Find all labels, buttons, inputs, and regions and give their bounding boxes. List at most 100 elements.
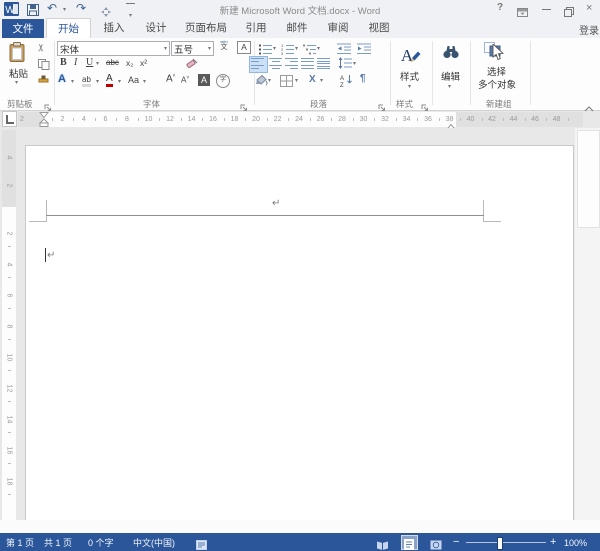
tab-file[interactable]: 文件 bbox=[2, 19, 44, 38]
close-icon[interactable]: × bbox=[586, 3, 592, 14]
clear-formatting-icon[interactable] bbox=[185, 56, 199, 75]
shrink-font-icon[interactable]: A˅ bbox=[181, 75, 189, 85]
ruler-number: 4 bbox=[5, 155, 13, 160]
ruler-number: 18 bbox=[230, 116, 239, 123]
sort-icon[interactable]: AZ bbox=[340, 74, 353, 92]
status-language[interactable]: 中文(中国) bbox=[133, 537, 175, 549]
borders-icon[interactable] bbox=[280, 74, 293, 92]
find-binoculars-icon[interactable] bbox=[442, 44, 460, 64]
status-page[interactable]: 第 1 页 bbox=[6, 537, 34, 549]
font-color-dropdown-icon[interactable]: ▾ bbox=[118, 79, 121, 85]
superscript-button[interactable]: x² bbox=[140, 58, 147, 68]
tab-mailings[interactable]: 邮件 bbox=[279, 18, 315, 38]
strikethrough-button[interactable]: abc bbox=[106, 58, 119, 67]
line-spacing-dropdown-icon[interactable]: ▾ bbox=[353, 61, 356, 67]
line-spacing-icon[interactable] bbox=[338, 57, 352, 75]
read-mode-icon[interactable] bbox=[376, 537, 389, 551]
zoom-in-button[interactable]: + bbox=[550, 536, 556, 548]
document-page[interactable]: ↵ ↵ bbox=[25, 145, 574, 521]
highlight-dropdown-icon[interactable]: ▾ bbox=[96, 79, 99, 85]
align-right-icon[interactable] bbox=[285, 58, 298, 69]
underline-dropdown-icon[interactable]: ▾ bbox=[96, 61, 99, 67]
editing-button[interactable]: 编辑 bbox=[441, 69, 460, 83]
font-size-combo[interactable]: 五号 ▾ bbox=[171, 41, 214, 56]
styles-dropdown-icon[interactable]: ▾ bbox=[408, 84, 411, 90]
vertical-ruler[interactable]: 4 2 2 4 6 8 10 12 14 16 18 bbox=[2, 130, 16, 520]
minimize-icon[interactable] bbox=[542, 9, 551, 10]
tab-insert[interactable]: 插入 bbox=[95, 18, 133, 38]
change-case-icon[interactable]: Aa bbox=[128, 75, 139, 85]
status-word-count[interactable]: 0 个字 bbox=[88, 537, 114, 549]
highlight-color-icon[interactable]: ab bbox=[82, 75, 91, 87]
paste-button[interactable]: 粘贴 bbox=[9, 66, 28, 80]
align-left-icon[interactable] bbox=[251, 58, 264, 69]
justify-icon[interactable] bbox=[301, 58, 314, 69]
font-color-icon[interactable]: A bbox=[106, 73, 113, 87]
web-layout-icon[interactable] bbox=[430, 537, 442, 551]
subscript-button[interactable]: x₂ bbox=[126, 58, 134, 68]
zoom-slider-thumb[interactable] bbox=[497, 537, 503, 550]
bullets-dropdown-icon[interactable]: ▾ bbox=[273, 46, 276, 52]
zoom-slider-track[interactable] bbox=[466, 542, 546, 543]
italic-button[interactable]: I bbox=[74, 57, 77, 69]
character-border-icon[interactable]: A bbox=[237, 41, 251, 54]
horizontal-line[interactable] bbox=[46, 215, 484, 216]
paste-clipboard-icon[interactable] bbox=[9, 42, 26, 68]
asian-layout-icon[interactable]: X bbox=[309, 74, 316, 85]
proofing-icon[interactable] bbox=[196, 537, 207, 551]
word-window: 新建 Microsoft Word 文档.docx - Word W ↶ ▾ ↷… bbox=[0, 0, 600, 551]
bold-button[interactable]: B bbox=[60, 57, 67, 69]
ribbon-tabs: 文件 开始 插入 设计 页面布局 引用 邮件 审阅 视图 登录 bbox=[0, 18, 600, 39]
paste-dropdown-icon[interactable]: ▾ bbox=[15, 80, 18, 86]
editing-dropdown-icon[interactable]: ▾ bbox=[448, 84, 451, 90]
select-objects-label-1[interactable]: 选择 bbox=[487, 64, 506, 78]
grow-font-icon[interactable]: A˄ bbox=[166, 73, 176, 84]
text-effects-dropdown-icon[interactable]: ▾ bbox=[71, 79, 74, 85]
tab-references[interactable]: 引用 bbox=[238, 18, 274, 38]
collapse-ribbon-icon[interactable] bbox=[584, 99, 594, 117]
borders-dropdown-icon[interactable]: ▾ bbox=[295, 78, 298, 84]
character-shading-icon[interactable]: A bbox=[198, 74, 210, 86]
tab-selector-button[interactable] bbox=[2, 111, 17, 127]
distribute-icon[interactable] bbox=[317, 58, 330, 69]
format-painter-icon[interactable] bbox=[38, 70, 50, 88]
increase-indent-icon[interactable] bbox=[357, 42, 371, 60]
text-effects-icon[interactable]: A bbox=[58, 73, 66, 85]
chevron-down-icon: ▾ bbox=[207, 45, 211, 52]
zoom-level[interactable]: 100% bbox=[564, 537, 587, 549]
signin-link[interactable]: 登录 bbox=[579, 22, 599, 37]
redo-icon[interactable]: ↷ bbox=[76, 1, 86, 15]
shading-icon[interactable] bbox=[254, 74, 268, 92]
quick-styles-icon[interactable]: A bbox=[398, 43, 422, 72]
select-objects-label-2[interactable]: 多个对象 bbox=[478, 77, 516, 91]
enclose-characters-icon[interactable]: 字 bbox=[216, 74, 230, 88]
show-marks-icon[interactable]: ¶ bbox=[360, 73, 366, 84]
asian-layout-dropdown-icon[interactable]: ▾ bbox=[320, 78, 323, 84]
vertical-scrollbar[interactable] bbox=[575, 128, 600, 520]
undo-icon[interactable]: ↶ bbox=[47, 1, 57, 15]
phonetic-guide-icon[interactable]: wén 文 bbox=[217, 40, 231, 52]
multilevel-dropdown-icon[interactable]: ▾ bbox=[317, 46, 320, 52]
print-layout-icon[interactable] bbox=[404, 537, 414, 551]
cut-icon[interactable]: ✂ bbox=[37, 43, 48, 51]
tab-home[interactable]: 开始 bbox=[46, 18, 91, 39]
shading-dropdown-icon[interactable]: ▾ bbox=[268, 78, 271, 84]
numbering-dropdown-icon[interactable]: ▾ bbox=[295, 46, 298, 52]
tab-review[interactable]: 审阅 bbox=[320, 18, 356, 38]
tab-design[interactable]: 设计 bbox=[138, 18, 174, 38]
tab-page-layout[interactable]: 页面布局 bbox=[179, 18, 233, 38]
align-center-icon[interactable] bbox=[269, 58, 282, 69]
font-name-combo[interactable]: 宋体 ▾ bbox=[57, 41, 170, 56]
status-total-pages[interactable]: 共 1 页 bbox=[44, 537, 72, 549]
scrollbar-thumb[interactable] bbox=[577, 130, 600, 228]
zoom-out-button[interactable]: − bbox=[453, 536, 459, 548]
horizontal-scrollbar[interactable] bbox=[0, 520, 600, 533]
help-icon[interactable]: ? bbox=[497, 3, 503, 13]
change-case-dropdown-icon[interactable]: ▾ bbox=[143, 79, 146, 85]
undo-dropdown-icon[interactable]: ▾ bbox=[63, 7, 66, 13]
tab-view[interactable]: 视图 bbox=[361, 18, 397, 38]
underline-button[interactable]: U bbox=[86, 57, 93, 69]
styles-button[interactable]: 样式 bbox=[400, 69, 419, 83]
ruler-number: 40 bbox=[466, 116, 475, 123]
horizontal-ruler[interactable]: 2 2 4 6 8 10 12 14 16 18 20 22 24 26 28 30 32 34 36 38 40 42… bbox=[18, 112, 583, 131]
